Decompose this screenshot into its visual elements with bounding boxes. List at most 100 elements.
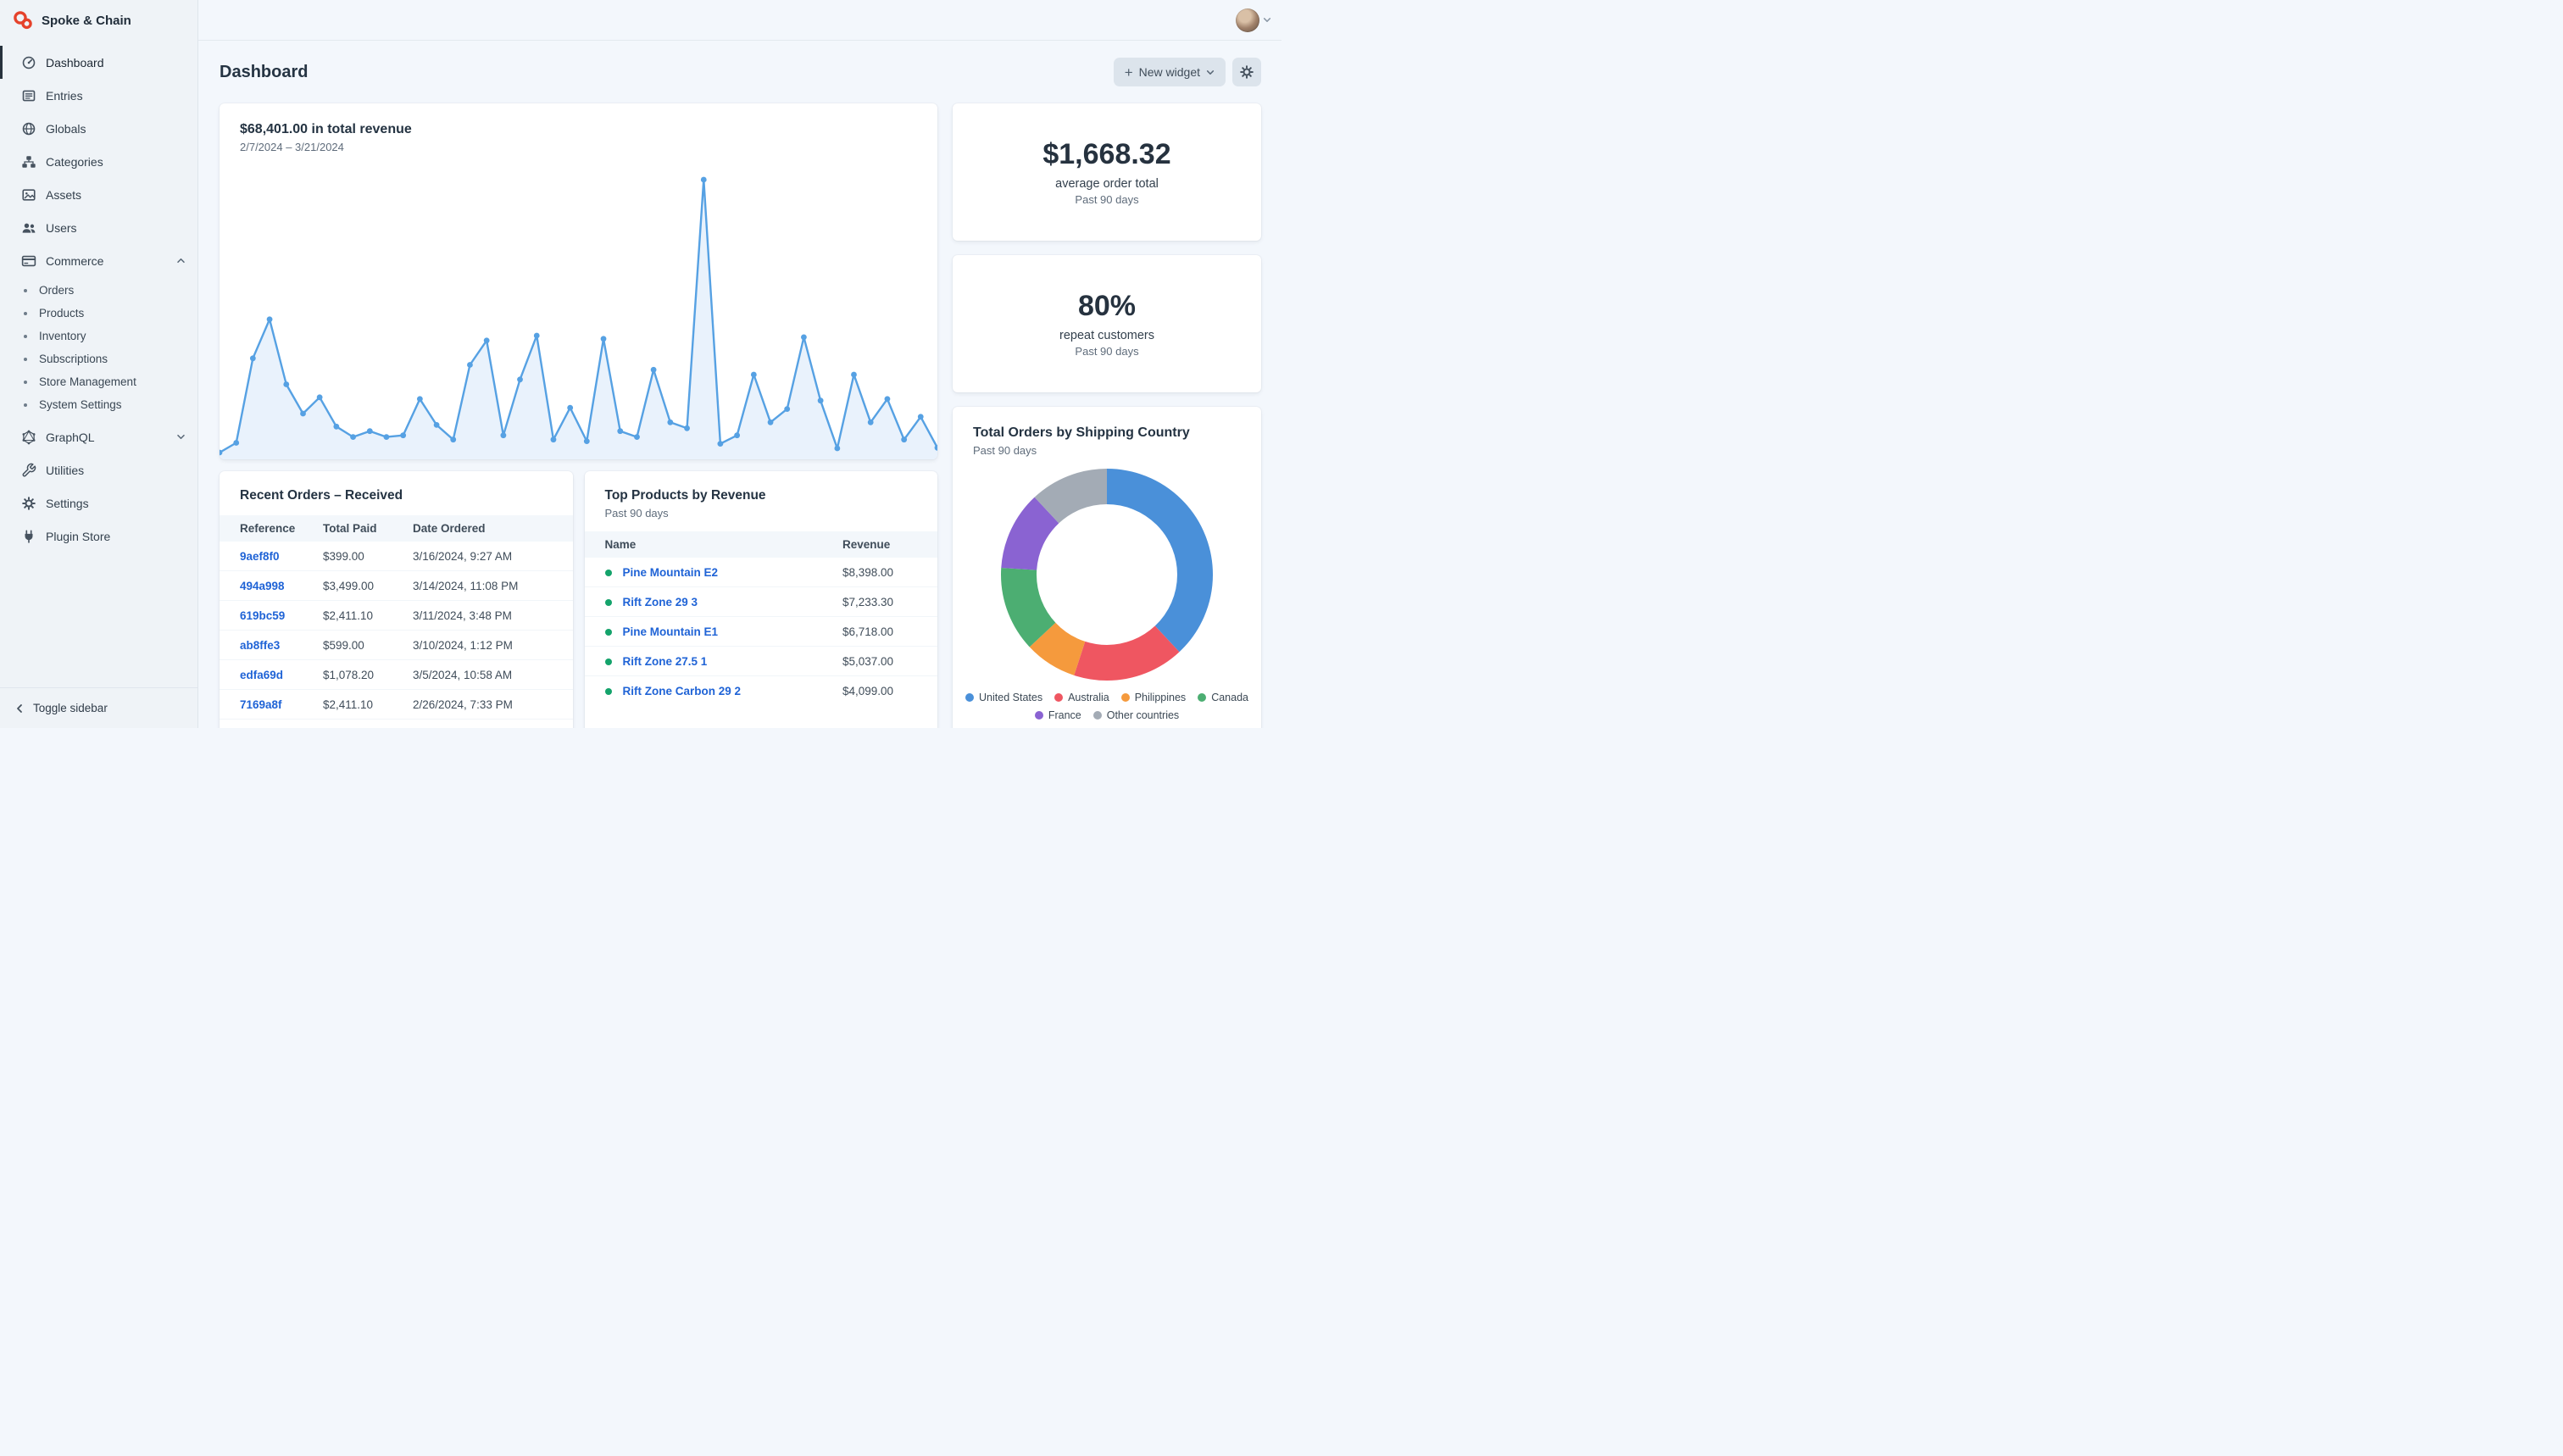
order-date: 3/10/2024, 1:12 PM: [404, 631, 573, 660]
revenue-total: $68,401.00 in total revenue: [240, 122, 917, 137]
topbar: [198, 0, 1282, 41]
sidebar-item-label: GraphQL: [46, 431, 167, 444]
legend-item: France: [1035, 709, 1081, 721]
gear-icon: [21, 496, 36, 511]
product-revenue: $7,233.30: [834, 587, 937, 617]
order-date: 2/23/2024, 4:08 PM: [404, 720, 573, 729]
sidebar-item-label: Utilities: [46, 464, 186, 477]
bullet-icon: [24, 312, 27, 315]
order-reference-link[interactable]: 619bc59: [240, 609, 285, 622]
order-total-paid: $2,679.00: [314, 720, 404, 729]
sidebar-item-utilities[interactable]: Utilities: [0, 453, 197, 486]
product-link[interactable]: Rift Zone 27.5 1: [623, 655, 708, 668]
sidebar-item-orders[interactable]: Orders: [0, 279, 197, 302]
sidebar-item-system-settings[interactable]: System Settings: [0, 393, 197, 416]
sidebar-item-assets[interactable]: Assets: [0, 178, 197, 211]
product-link[interactable]: Pine Mountain E1: [623, 625, 719, 638]
order-reference-link[interactable]: edfa69d: [240, 669, 283, 681]
sidebar-item-label: Globals: [46, 122, 186, 136]
wrench-icon: [21, 463, 36, 478]
product-revenue: $4,099.00: [834, 676, 937, 706]
column-header-revenue: Revenue: [834, 531, 937, 558]
order-reference-link[interactable]: 9aef8f0: [240, 550, 280, 563]
sidebar-item-products[interactable]: Products: [0, 302, 197, 325]
order-date: 3/14/2024, 11:08 PM: [404, 571, 573, 601]
chevron-down-icon: [176, 434, 186, 440]
bullet-icon: [24, 403, 27, 407]
order-total-paid: $399.00: [314, 542, 404, 571]
product-link[interactable]: Pine Mountain E2: [623, 566, 719, 579]
brand-home-link[interactable]: Spoke & Chain: [0, 0, 197, 41]
repeat-customers-value: 80%: [970, 290, 1244, 323]
legend-item: United States: [965, 692, 1042, 703]
bullet-icon: [24, 358, 27, 361]
globe-icon: [21, 121, 36, 136]
sidebar-item-commerce[interactable]: Commerce: [0, 244, 197, 277]
sidebar-item-plugin-store[interactable]: Plugin Store: [0, 520, 197, 553]
bullet-icon: [24, 335, 27, 338]
chevron-left-icon: [14, 701, 25, 716]
order-reference-link[interactable]: 494a998: [240, 580, 285, 592]
order-reference-link[interactable]: 7169a8f: [240, 698, 282, 711]
order-date: 3/11/2024, 3:48 PM: [404, 601, 573, 631]
toggle-sidebar-button[interactable]: Toggle sidebar: [0, 687, 197, 728]
average-order-total-value: $1,668.32: [970, 138, 1244, 171]
product-link[interactable]: Rift Zone 29 3: [623, 596, 698, 609]
app-window: Spoke & Chain Dashboard Entries Globals …: [0, 0, 1282, 728]
credit-card-icon: [21, 253, 36, 269]
shipping-country-donut-chart: [1001, 469, 1213, 681]
status-dot-icon: [605, 570, 612, 576]
sidebar-item-graphql[interactable]: GraphQL: [0, 420, 197, 453]
sidebar-item-label: Subscriptions: [39, 353, 108, 365]
image-icon: [21, 187, 36, 203]
product-revenue: $6,718.00: [834, 617, 937, 647]
sidebar-item-label: Products: [39, 307, 84, 320]
legend-item: Philippines: [1121, 692, 1186, 703]
legend-dot-icon: [1035, 711, 1043, 720]
order-row: 7169a8f$2,411.102/26/2024, 7:33 PM: [220, 690, 573, 720]
status-dot-icon: [605, 599, 612, 606]
sidebar-item-label: Inventory: [39, 330, 86, 342]
sidebar-item-label: Dashboard: [46, 56, 186, 69]
shipping-country-period: Past 90 days: [970, 444, 1244, 457]
sidebar-item-settings[interactable]: Settings: [0, 486, 197, 520]
donut-legend: United StatesAustraliaPhilippinesCanadaF…: [970, 692, 1244, 721]
average-order-total-label: average order total: [970, 177, 1244, 191]
status-dot-icon: [605, 659, 612, 665]
order-total-paid: $3,499.00: [314, 571, 404, 601]
sidebar-item-globals[interactable]: Globals: [0, 112, 197, 145]
sidebar-item-store-management[interactable]: Store Management: [0, 370, 197, 393]
legend-dot-icon: [1121, 693, 1130, 702]
order-reference-link[interactable]: ab8ffe3: [240, 639, 280, 652]
order-total-paid: $2,411.10: [314, 690, 404, 720]
dashboard-settings-button[interactable]: [1232, 58, 1261, 86]
repeat-customers-widget: 80% repeat customers Past 90 days: [953, 255, 1261, 392]
legend-dot-icon: [1198, 693, 1206, 702]
sidebar-item-label: Assets: [46, 188, 186, 202]
sidebar-item-dashboard[interactable]: Dashboard: [0, 46, 197, 79]
chevron-down-icon: [1206, 69, 1215, 75]
spoke-and-chain-logo-icon: [12, 9, 34, 31]
column-header-name: Name: [585, 531, 835, 558]
product-row: Pine Mountain E1 $6,718.00: [585, 617, 938, 647]
sidebar-item-subscriptions[interactable]: Subscriptions: [0, 347, 197, 370]
account-menu[interactable]: [1236, 8, 1271, 32]
sidebar-item-entries[interactable]: Entries: [0, 79, 197, 112]
order-date: 3/5/2024, 10:58 AM: [404, 660, 573, 690]
bullet-icon: [24, 381, 27, 384]
product-revenue: $5,037.00: [834, 647, 937, 676]
product-link[interactable]: Rift Zone Carbon 29 2: [623, 685, 742, 697]
sitemap-icon: [21, 154, 36, 169]
repeat-customers-period: Past 90 days: [970, 345, 1244, 358]
legend-row: United StatesAustraliaPhilippinesCanada: [965, 692, 1248, 703]
order-reference-link[interactable]: 23e4382: [240, 728, 285, 729]
product-row: Rift Zone 27.5 1 $5,037.00: [585, 647, 938, 676]
sidebar-item-categories[interactable]: Categories: [0, 145, 197, 178]
sidebar-item-label: Store Management: [39, 375, 136, 388]
gear-icon: [1239, 64, 1254, 80]
sidebar-item-inventory[interactable]: Inventory: [0, 325, 197, 347]
sidebar-item-label: Users: [46, 221, 186, 235]
sidebar-item-users[interactable]: Users: [0, 211, 197, 244]
recent-orders-table: Reference Total Paid Date Ordered 9aef8f…: [220, 515, 573, 728]
new-widget-button[interactable]: + New widget: [1114, 58, 1226, 86]
